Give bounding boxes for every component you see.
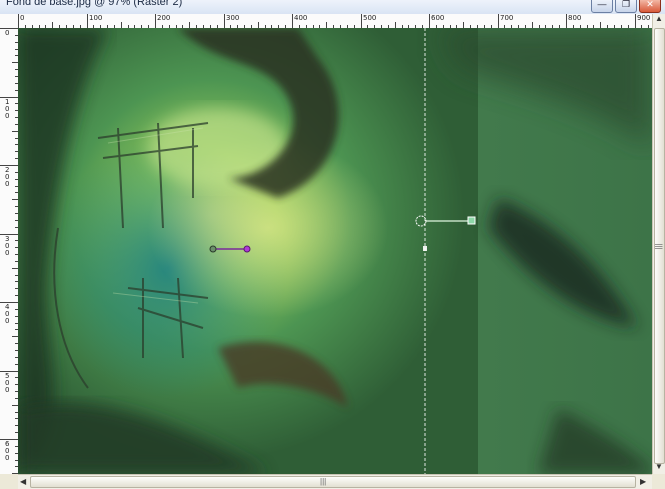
close-button[interactable]: ✕ (639, 0, 661, 13)
ruler-top-label: 200 (157, 14, 171, 22)
minimize-button[interactable]: — (591, 0, 613, 13)
ruler-left-label: 100 (5, 98, 10, 120)
horizontal-scrollbar[interactable]: ◀ ||| ▶ (18, 474, 652, 489)
ruler-left-label: 400 (5, 303, 10, 325)
gradient-node-handle[interactable] (208, 244, 252, 254)
scroll-up-arrow-icon[interactable]: ▲ (655, 14, 663, 23)
control-point-handle[interactable] (414, 214, 428, 228)
window-title: Fond de base.jpg @ 97% (Raster 2) (6, 0, 183, 8)
window-controls: — ❐ ✕ (591, 0, 661, 13)
vertical-grip-icon: ||| (654, 243, 664, 250)
ruler-top[interactable]: 0 100 200 300 400 500 600 700 800 900 (18, 14, 652, 29)
ruler-top-label: 0 (20, 14, 25, 22)
ruler-left-label: 200 (5, 166, 10, 188)
image-canvas[interactable] (18, 28, 652, 474)
scroll-right-arrow-icon[interactable]: ▶ (640, 477, 646, 486)
horizontal-grip-icon: ||| (320, 477, 327, 486)
ruler-corner (0, 14, 19, 29)
rotation-handle[interactable] (466, 215, 477, 226)
scroll-down-arrow-icon[interactable]: ▼ (655, 462, 663, 471)
ruler-left-label: 500 (5, 372, 10, 394)
ruler-top-label: 700 (500, 14, 514, 22)
ruler-left-label: 0 (5, 29, 10, 37)
ruler-top-label: 900 (637, 14, 651, 22)
ruler-top-label: 100 (89, 14, 103, 22)
ruler-top-label: 500 (363, 14, 377, 22)
resize-grip[interactable] (652, 474, 665, 488)
window-titlebar[interactable]: Fond de base.jpg @ 97% (Raster 2) — ❐ ✕ (0, 0, 665, 15)
horizontal-scroll-thumb[interactable] (30, 476, 636, 488)
ruler-top-label: 600 (431, 14, 445, 22)
ruler-top-label: 300 (226, 14, 240, 22)
ruler-top-label: 400 (294, 14, 308, 22)
ruler-top-label: 800 (568, 14, 582, 22)
vertical-scrollbar[interactable]: ▲ ||| ▼ (652, 14, 665, 474)
ruler-left[interactable]: 0 100 200 300 400 500 600 (0, 28, 19, 474)
restore-button[interactable]: ❐ (615, 0, 637, 13)
ruler-left-label: 600 (5, 440, 10, 462)
ruler-top-ticks (18, 14, 649, 28)
scroll-left-arrow-icon[interactable]: ◀ (20, 477, 26, 486)
ruler-left-label: 300 (5, 235, 10, 257)
canvas-artwork (18, 28, 652, 474)
